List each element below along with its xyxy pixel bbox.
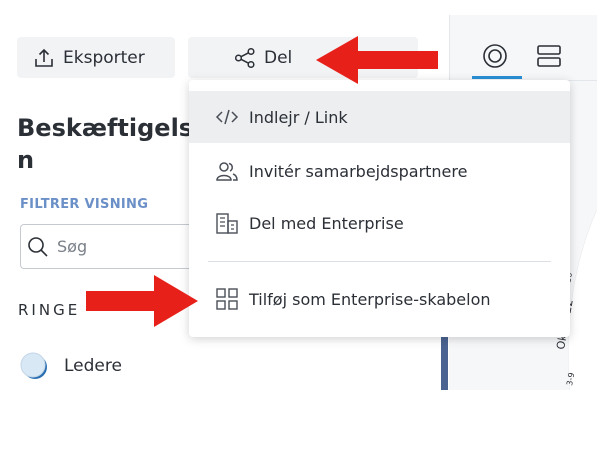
- ring-item-label: Ledere: [64, 356, 122, 376]
- share-dropdown-menu: Indlejr / Link Invitér samarbejdspartner…: [189, 80, 570, 337]
- menu-item-label: Tilføj som Enterprise-skabelon: [249, 289, 491, 309]
- menu-item-share-enterprise[interactable]: Del med Enterprise: [189, 197, 570, 249]
- building-icon: [216, 213, 238, 234]
- menu-item-add-enterprise-template[interactable]: Tilføj som Enterprise-skabelon: [189, 273, 570, 325]
- export-label: Eksporter: [63, 47, 145, 68]
- search-icon: [28, 236, 48, 257]
- ring-item-leaders[interactable]: Ledere: [19, 351, 122, 381]
- menu-item-label: Indlejr / Link: [249, 107, 348, 127]
- menu-item-label: Invitér samarbejdspartnere: [249, 161, 468, 181]
- code-icon: [215, 109, 239, 125]
- export-button[interactable]: Eksporter: [17, 37, 175, 78]
- annotation-arrow-template: [86, 275, 198, 327]
- page-title: Beskæftigelse n: [17, 112, 189, 176]
- export-icon: [35, 48, 53, 67]
- ring-circle-icon: [20, 352, 47, 379]
- search-input[interactable]: Søg: [20, 224, 195, 269]
- share-label: Del: [264, 47, 293, 68]
- annotation-arrow-share: [316, 36, 438, 84]
- page-title-line2: n: [17, 146, 35, 174]
- list-view-icon[interactable]: [536, 43, 562, 69]
- users-icon: [216, 162, 238, 181]
- menu-item-embed-link[interactable]: Indlejr / Link: [189, 91, 570, 143]
- filter-view-label: FILTRER VISNING: [20, 197, 149, 212]
- radar-view-icon[interactable]: [482, 43, 508, 69]
- radar-sector-bar: [441, 330, 448, 390]
- menu-item-invite-collaborators[interactable]: Invitér samarbejdspartnere: [189, 145, 570, 197]
- page-title-line1: Beskæftigelse: [17, 114, 189, 142]
- menu-item-label: Del med Enterprise: [249, 213, 404, 233]
- grid-icon: [216, 288, 238, 310]
- rings-label: RINGE: [18, 301, 81, 319]
- share-icon: [234, 47, 255, 68]
- menu-divider: [208, 261, 551, 262]
- active-tab-indicator: [472, 76, 522, 79]
- search-placeholder: Søg: [57, 237, 88, 256]
